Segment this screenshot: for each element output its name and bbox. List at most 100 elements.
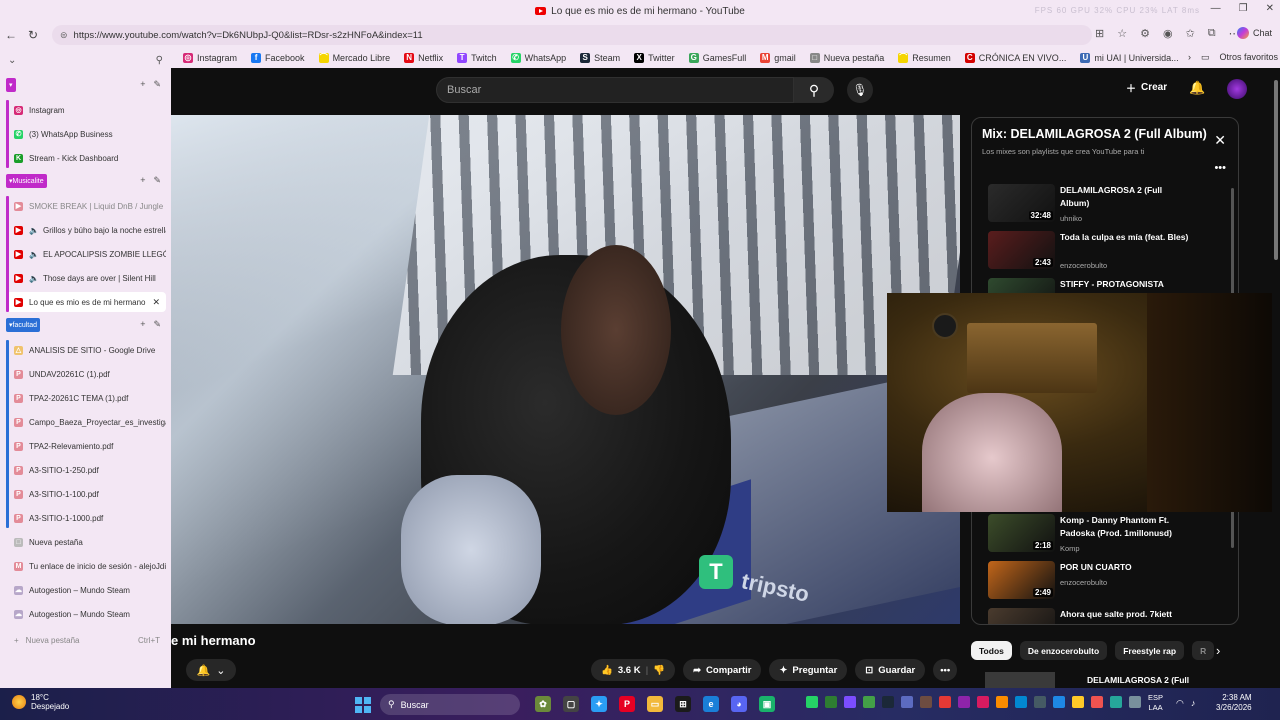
filter-chip[interactable]: Todos (971, 641, 1012, 660)
like-button[interactable]: 👍 3.6 K | 👎 (591, 659, 676, 681)
weather-widget[interactable]: 18°C Despejado (12, 693, 69, 711)
task-view-icon[interactable]: ▢ (563, 696, 579, 712)
sidebar-tab[interactable]: ▶ SMOKE BREAK | Liquid DnB / Jungle M (6, 196, 166, 216)
site-info-icon[interactable]: ⊜ (60, 30, 68, 41)
edit-icon[interactable]: ✎ (153, 175, 161, 186)
sidebar-tab[interactable]: K Stream - Kick Dashboard (6, 148, 166, 168)
taskbar-search[interactable]: ⚲ Buscar (380, 694, 520, 715)
minimize-icon[interactable]: — (1211, 3, 1221, 14)
bookmark-item[interactable]: Mgmail (760, 53, 796, 63)
wifi-icon[interactable]: ◠ (1176, 698, 1184, 709)
copilot-chat-button[interactable]: Chat (1236, 27, 1272, 39)
pinterest-icon[interactable]: P (619, 696, 635, 712)
create-button[interactable]: ＋ Crear (1126, 80, 1167, 95)
volume-icon[interactable]: ♪ (1191, 698, 1196, 709)
sidebar-tab[interactable]: ▶ 🔈 Those days are over | Silent Hill (6, 268, 166, 288)
tray-app-icon[interactable] (920, 696, 932, 708)
bookmark-item[interactable]: G GamesFull (688, 53, 746, 63)
tray-app-icon[interactable] (1072, 696, 1084, 708)
collections-icon[interactable]: ⧉ (1208, 27, 1216, 40)
tray-app-icon[interactable] (1110, 696, 1122, 708)
language-indicator[interactable]: ESP LAA (1148, 693, 1163, 713)
sidebar-tab[interactable]: ▶ 🔈 EL APOCALIPSIS ZOMBIE LLEGÓ (6, 244, 166, 264)
filter-chip[interactable]: Freestyle rap (1115, 641, 1185, 660)
tray-app-icon[interactable] (1053, 696, 1065, 708)
save-button[interactable]: ⊡ Guardar (855, 659, 926, 681)
playlist-item[interactable]: 2:43 Toda la culpa es mía (feat. Bles) enz… (988, 231, 1228, 275)
tray-app-icon[interactable] (844, 696, 856, 708)
store-icon[interactable]: ⊞ (675, 696, 691, 712)
plus-icon[interactable]: + (140, 175, 145, 186)
maximize-icon[interactable]: ❐ (1239, 3, 1248, 14)
close-icon[interactable]: ✕ (1214, 132, 1226, 149)
tray-app-icon[interactable] (1091, 696, 1103, 708)
plus-icon[interactable]: + (140, 79, 145, 90)
share-button[interactable]: ➦ Compartir (683, 659, 762, 681)
video-player[interactable]: T tripsto (171, 115, 960, 624)
close-icon[interactable]: ✕ (152, 297, 160, 308)
sidebar-tab[interactable]: P Campo_Baeza_Proyectar_es_investiga (6, 412, 166, 432)
speaker-icon[interactable]: 🔈 (29, 274, 39, 283)
sidebar-tab[interactable]: P A3-SITIO-1-100.pdf (6, 484, 166, 504)
video-thumbnail[interactable] (988, 608, 1055, 624)
sidebar-tab[interactable]: ☁ Autogestion – Mundo Steam (6, 604, 166, 624)
tray-app-icon[interactable] (1129, 696, 1141, 708)
speaker-icon[interactable]: 🔈 (29, 250, 39, 259)
sidebar-tab[interactable]: △ ANALISIS DE SITIO - Google Drive (6, 340, 166, 360)
video-thumbnail[interactable]: 32:48 (988, 184, 1055, 222)
sidebar-tab[interactable]: M Tu enlace de inicio de sesión - alejoJd… (6, 556, 166, 576)
back-icon[interactable]: ← (0, 28, 22, 42)
bookmark-item[interactable]: ⌒ Mercado Libre (318, 53, 390, 63)
app-icon[interactable]: ⊞ (1095, 27, 1104, 40)
extensions-icon[interactable]: ⚙ (1140, 27, 1150, 40)
sidebar-tab[interactable]: P TPA2-Relevamiento.pdf (6, 436, 166, 456)
address-bar[interactable]: ⊜ https://www.youtube.com/watch?v=Dk6NUb… (52, 25, 1092, 45)
profile-icon[interactable]: ◉ (1163, 27, 1173, 40)
video-thumbnail[interactable]: 2:18 (988, 514, 1055, 552)
sidebar-tab[interactable]: ▶ 🔈 Grillos y búho bajo la noche estrella (6, 220, 166, 240)
next-item-peek[interactable]: DELAMILAGROSA 2 (Full (985, 672, 1275, 688)
more-options-icon[interactable]: ••• (1214, 162, 1226, 174)
search-icon[interactable]: ⚲ (794, 77, 834, 103)
favorites-icon[interactable]: ✩ (1186, 27, 1195, 40)
bookmark-item[interactable]: S Steam (580, 53, 620, 63)
playlist-item[interactable]: 2:49 POR UN CUARTO enzocerobulto (988, 561, 1228, 605)
video-thumbnail[interactable]: 2:49 (988, 561, 1055, 599)
new-tab-button[interactable]: + Nueva pestaña Ctrl+T (6, 630, 166, 650)
filter-chip[interactable]: R (1192, 641, 1215, 660)
chevron-down-icon[interactable]: ⌄ (8, 55, 16, 66)
playlist-item[interactable]: 2:18 Komp - Danny Phantom Ft. Padoska (Pr… (988, 514, 1228, 558)
edit-icon[interactable]: ✎ (153, 79, 161, 90)
close-icon[interactable]: ✕ (1266, 3, 1274, 14)
sidebar-tab[interactable]: ☁ Autogestion – Mundo Steam (6, 580, 166, 600)
bookmark-item[interactable]: f Facebook (251, 53, 305, 63)
scrollbar-thumb[interactable] (1274, 80, 1278, 260)
tray-app-icon[interactable] (996, 696, 1008, 708)
subscription-bell-button[interactable]: 🔔 ⌄ (186, 659, 236, 681)
steam-icon[interactable] (882, 696, 894, 708)
star-icon[interactable]: ☆ (1117, 27, 1127, 40)
bookmark-item[interactable]: C CRÓNICA EN VIVO... (964, 53, 1066, 63)
folder-icon[interactable]: ▭ (647, 696, 663, 712)
sidebar-tab[interactable]: P A3-SITIO-1-1000.pdf (6, 508, 166, 528)
bookmark-item[interactable]: □ Nueva pestaña (809, 53, 884, 63)
tray-app-icon[interactable] (977, 696, 989, 708)
thumbs-down-icon[interactable]: 👎 (653, 665, 665, 676)
sidebar-tab[interactable]: P UNDAV20261C (1).pdf (6, 364, 166, 384)
other-favorites[interactable]: › ▭ Otros favoritos (1188, 52, 1278, 63)
reload-icon[interactable]: ↻ (22, 28, 44, 42)
bookmark-item[interactable]: N Netflix (404, 53, 443, 63)
app-icon[interactable]: ▣ (759, 696, 775, 712)
notifications-icon[interactable]: 🔔 (1189, 80, 1205, 96)
tray-app-icon[interactable] (958, 696, 970, 708)
playlist-item[interactable]: 32:48 DELAMILAGROSA 2 (Full Album) uhniko (988, 184, 1228, 228)
edge-icon[interactable]: e (703, 696, 719, 712)
bookmark-item[interactable]: Umi UAI | Universida... (1080, 53, 1179, 63)
ask-button[interactable]: ✦ Preguntar (769, 659, 848, 681)
sidebar-tab[interactable]: ◎ Instagram (6, 100, 166, 120)
video-thumbnail[interactable]: 2:43 (988, 231, 1055, 269)
tray-app-icon[interactable] (1015, 696, 1027, 708)
sidebar-tab[interactable]: P A3-SITIO-1-250.pdf (6, 460, 166, 480)
sidebar-tab[interactable]: □ Nueva pestaña (6, 532, 166, 552)
bookmark-item[interactable]: ✆ WhatsApp (510, 53, 566, 63)
